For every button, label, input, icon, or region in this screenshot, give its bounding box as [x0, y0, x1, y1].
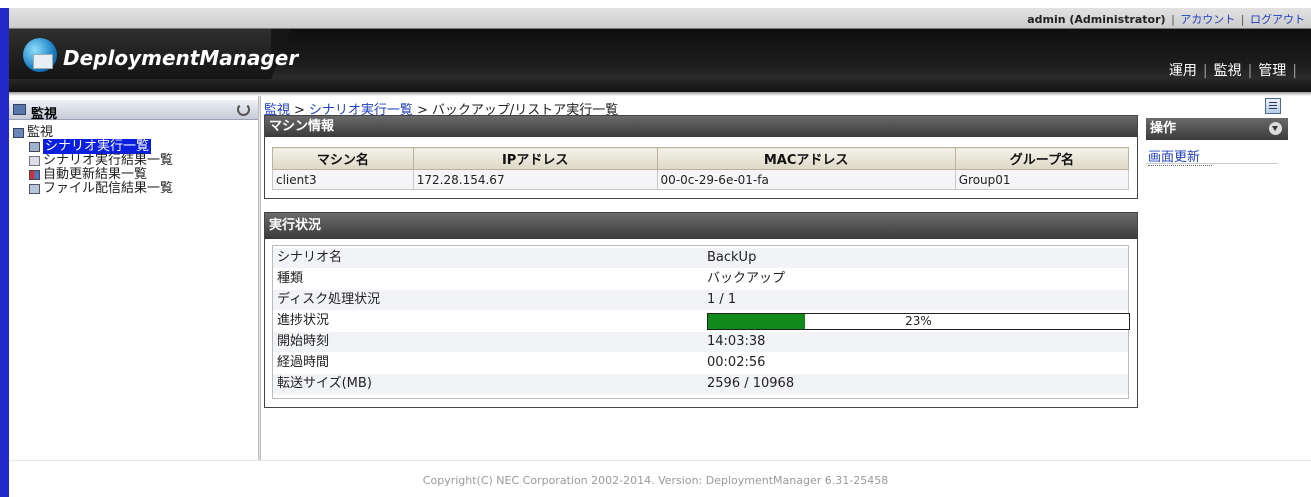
nav-operation[interactable]: 運用 — [1169, 63, 1197, 79]
tree-root[interactable]: 監視 — [13, 126, 173, 140]
tree-item-auto-update-result-list[interactable]: 自動更新結果一覧 — [13, 168, 173, 182]
status-value: 14:03:38 — [707, 334, 766, 349]
file-delivery-icon — [29, 183, 40, 194]
tree-item-label: シナリオ実行一覧 — [43, 139, 152, 154]
status-value: 2596 / 10968 — [707, 376, 795, 391]
sidebar-splitter[interactable] — [258, 96, 261, 460]
column-header: MACアドレス — [656, 147, 956, 170]
progress-bar: 23% — [707, 313, 1130, 330]
execution-status-panel: 実行状況 シナリオ名 BackUp 種類 バックアップ ディスク処理状況 1 /… — [264, 212, 1138, 408]
status-label: シナリオ名 — [277, 250, 343, 265]
status-value: 00:02:56 — [707, 355, 766, 370]
mac-address-cell: 00-0c-29-6e-01-fa — [656, 169, 956, 190]
refresh-icon[interactable] — [237, 103, 250, 116]
collapse-toggle-icon[interactable] — [1269, 122, 1282, 135]
logout-link[interactable]: ログアウト — [1250, 13, 1305, 26]
status-row-transfer-size: 転送サイズ(MB) 2596 / 10968 — [273, 374, 1128, 394]
status-label: 開始時刻 — [277, 334, 330, 349]
tree-item-label: ファイル配信結果一覧 — [43, 181, 174, 196]
tree-item-file-delivery-result-list[interactable]: ファイル配信結果一覧 — [13, 182, 173, 196]
deploymentmanager-logo-icon — [23, 38, 57, 72]
machine-name-cell: client3 — [272, 169, 414, 190]
sidebar-tree: 監視 シナリオ実行一覧 シナリオ実行結果一覧 自動更新結果一覧 ファイル配信結果… — [13, 126, 173, 196]
status-value: 1 / 1 — [707, 292, 737, 307]
nav-monitor[interactable]: 監視 — [1214, 63, 1242, 79]
top-strip — [0, 0, 1311, 8]
status-row-progress: 進捗状況 23% — [273, 311, 1130, 331]
user-name: admin (Administrator) — [1027, 13, 1166, 26]
status-row-elapsed: 経過時間 00:02:56 — [273, 353, 1128, 373]
user-bar: admin (Administrator) | アカウント | ログアウト — [9, 8, 1311, 29]
progress-percent: 23% — [905, 314, 932, 328]
scenario-icon — [29, 141, 40, 152]
auto-update-icon — [29, 169, 40, 180]
sidebar-header: 監視 — [9, 100, 258, 122]
table-row: client3 172.28.154.67 00-0c-29-6e-01-fa … — [272, 169, 1130, 190]
status-row-disk: ディスク処理状況 1 / 1 — [273, 290, 1128, 310]
tree-root-label: 監視 — [27, 125, 54, 140]
status-label: 種類 — [277, 271, 304, 286]
app-header: admin (Administrator) | アカウント | ログアウト De… — [9, 8, 1311, 92]
column-header: IPアドレス — [412, 147, 658, 170]
export-icon[interactable] — [1265, 98, 1281, 114]
status-value: バックアップ — [707, 271, 786, 286]
status-row-scenario: シナリオ名 BackUp — [273, 248, 1128, 268]
footer-copyright: Copyright(C) NEC Corporation 2002-2014. … — [422, 474, 889, 487]
sidebar: 監視 監視 シナリオ実行一覧 シナリオ実行結果一覧 自動更新結果一覧 ファイル配… — [9, 96, 258, 460]
status-label: 経過時間 — [277, 355, 330, 370]
ip-address-cell: 172.28.154.67 — [412, 169, 658, 190]
tree-item-scenario-result-list[interactable]: シナリオ実行結果一覧 — [13, 154, 173, 168]
tree-item-label: シナリオ実行結果一覧 — [43, 153, 174, 168]
operations-header[interactable]: 操作 — [1146, 118, 1288, 140]
status-label: 転送サイズ(MB) — [277, 376, 372, 391]
status-label: ディスク処理状況 — [277, 292, 381, 307]
app-logo-text: DeploymentManager — [63, 46, 299, 70]
execution-status-title: 実行状況 — [265, 213, 1137, 239]
status-row-type: 種類 バックアップ — [273, 269, 1128, 289]
sidebar-title: 監視 — [31, 107, 58, 122]
account-link[interactable]: アカウント — [1180, 13, 1235, 26]
machine-info-panel: マシン情報 マシン名 IPアドレス MACアドレス グループ名 client3 … — [264, 115, 1138, 199]
main-nav: 運用 | 監視 | 管理 | — [1168, 63, 1297, 79]
operations-title: 操作 — [1150, 121, 1177, 136]
window-left-border — [0, 8, 9, 497]
column-header: グループ名 — [954, 147, 1130, 170]
monitor-icon — [13, 127, 24, 138]
scenario-result-icon — [29, 155, 40, 166]
column-header: マシン名 — [272, 147, 414, 170]
user-info: admin (Administrator) | アカウント | ログアウト — [1027, 13, 1305, 26]
group-name-cell: Group01 — [954, 169, 1130, 190]
status-value: BackUp — [707, 250, 757, 265]
execution-status-list: シナリオ名 BackUp 種類 バックアップ ディスク処理状況 1 / 1 進捗… — [272, 245, 1130, 399]
machine-info-title: マシン情報 — [265, 116, 1137, 137]
status-row-start-time: 開始時刻 14:03:38 — [273, 332, 1128, 352]
status-label: 進捗状況 — [277, 313, 330, 328]
nav-management[interactable]: 管理 — [1258, 63, 1286, 79]
tree-item-scenario-exec-list[interactable]: シナリオ実行一覧 — [13, 139, 173, 154]
machine-info-table: マシン名 IPアドレス MACアドレス グループ名 client3 172.28… — [272, 147, 1130, 190]
operations-panel: 操作 画面更新 — [1146, 118, 1288, 168]
monitor-icon — [13, 104, 26, 115]
tree-item-label: 自動更新結果一覧 — [43, 167, 148, 182]
